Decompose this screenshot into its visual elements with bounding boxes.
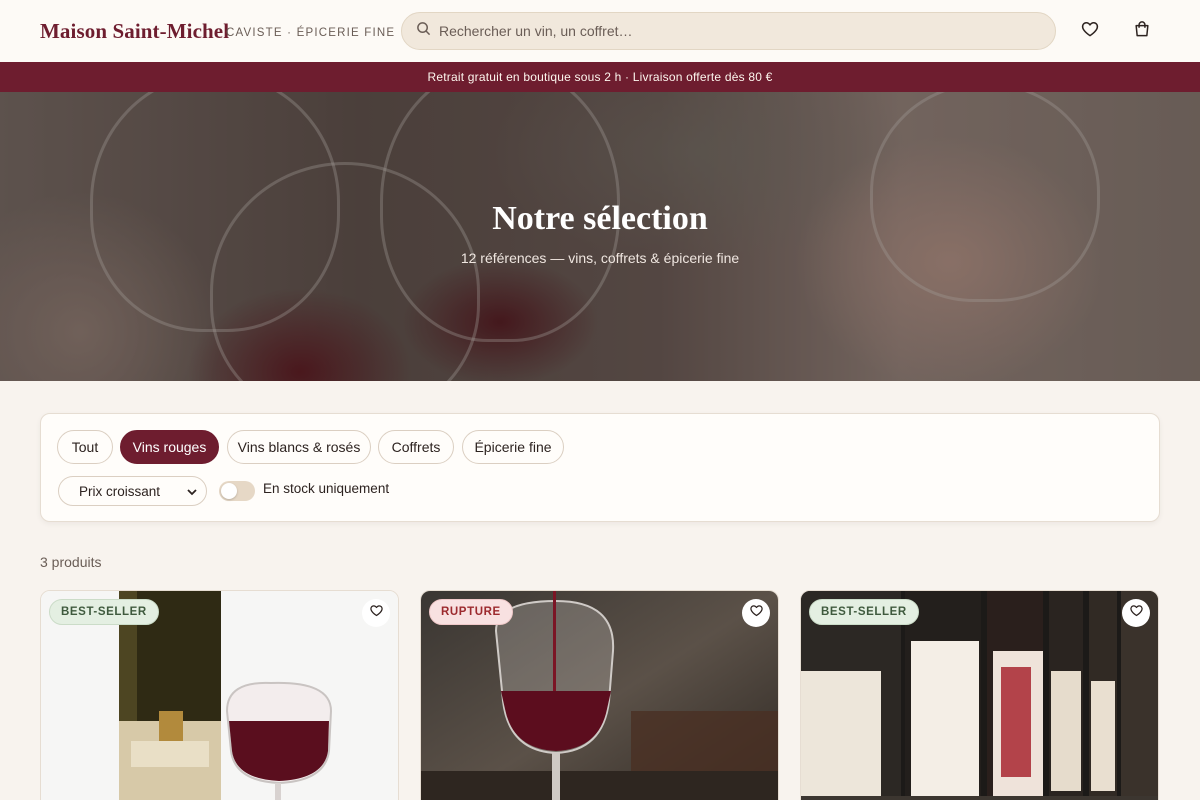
favorite-button[interactable] xyxy=(742,599,770,627)
in-stock-toggle[interactable] xyxy=(219,481,255,501)
filter-panel: Tout Vins rouges Vins blancs & rosés Cof… xyxy=(40,413,1160,522)
site-header: Maison Saint-Michel CAVISTE · ÉPICERIE F… xyxy=(0,0,1200,62)
favorite-button[interactable] xyxy=(362,599,390,627)
page-title: Notre sélection xyxy=(492,200,708,237)
cart-button[interactable] xyxy=(1130,19,1154,43)
filter-chip-epicerie-fine[interactable]: Épicerie fine xyxy=(462,430,564,464)
sort-value: Prix croissant xyxy=(79,483,161,499)
hero-banner: Notre sélection 12 références — vins, co… xyxy=(0,92,1200,381)
heart-icon xyxy=(369,603,384,623)
product-card[interactable]: BEST-SELLER xyxy=(800,590,1159,800)
product-badge: BEST-SELLER xyxy=(49,599,159,625)
search-icon xyxy=(416,21,431,41)
search-input[interactable] xyxy=(439,23,1019,39)
promo-banner: Retrait gratuit en boutique sous 2 h · L… xyxy=(0,62,1200,92)
wishlist-button[interactable] xyxy=(1078,19,1102,43)
results-count: 3 produits xyxy=(40,554,102,570)
filter-chip-vins-rouges[interactable]: Vins rouges xyxy=(120,430,219,464)
heart-icon xyxy=(749,603,764,623)
brand-tagline: CAVISTE · ÉPICERIE FINE xyxy=(226,27,396,39)
toggle-knob xyxy=(221,483,237,499)
chevron-down-icon xyxy=(186,486,198,498)
product-card[interactable]: RUPTURE xyxy=(420,590,779,800)
brand-logo[interactable]: Maison Saint-Michel xyxy=(40,19,229,44)
filter-chip-tout[interactable]: Tout xyxy=(57,430,113,464)
search-bar[interactable] xyxy=(401,12,1056,50)
product-badge: RUPTURE xyxy=(429,599,513,625)
page-subtitle: 12 références — vins, coffrets & épiceri… xyxy=(460,250,740,266)
product-badge: BEST-SELLER xyxy=(809,599,919,625)
filter-chip-vins-blancs-roses[interactable]: Vins blancs & rosés xyxy=(227,430,371,464)
filter-chip-coffrets[interactable]: Coffrets xyxy=(378,430,454,464)
heart-icon xyxy=(1129,603,1144,623)
product-card[interactable]: BEST-SELLER xyxy=(40,590,399,800)
shopping-bag-icon xyxy=(1132,19,1152,44)
heart-icon xyxy=(1080,19,1100,44)
favorite-button[interactable] xyxy=(1122,599,1150,627)
sort-select[interactable]: Prix croissant xyxy=(58,476,207,506)
in-stock-label: En stock uniquement xyxy=(263,481,390,496)
